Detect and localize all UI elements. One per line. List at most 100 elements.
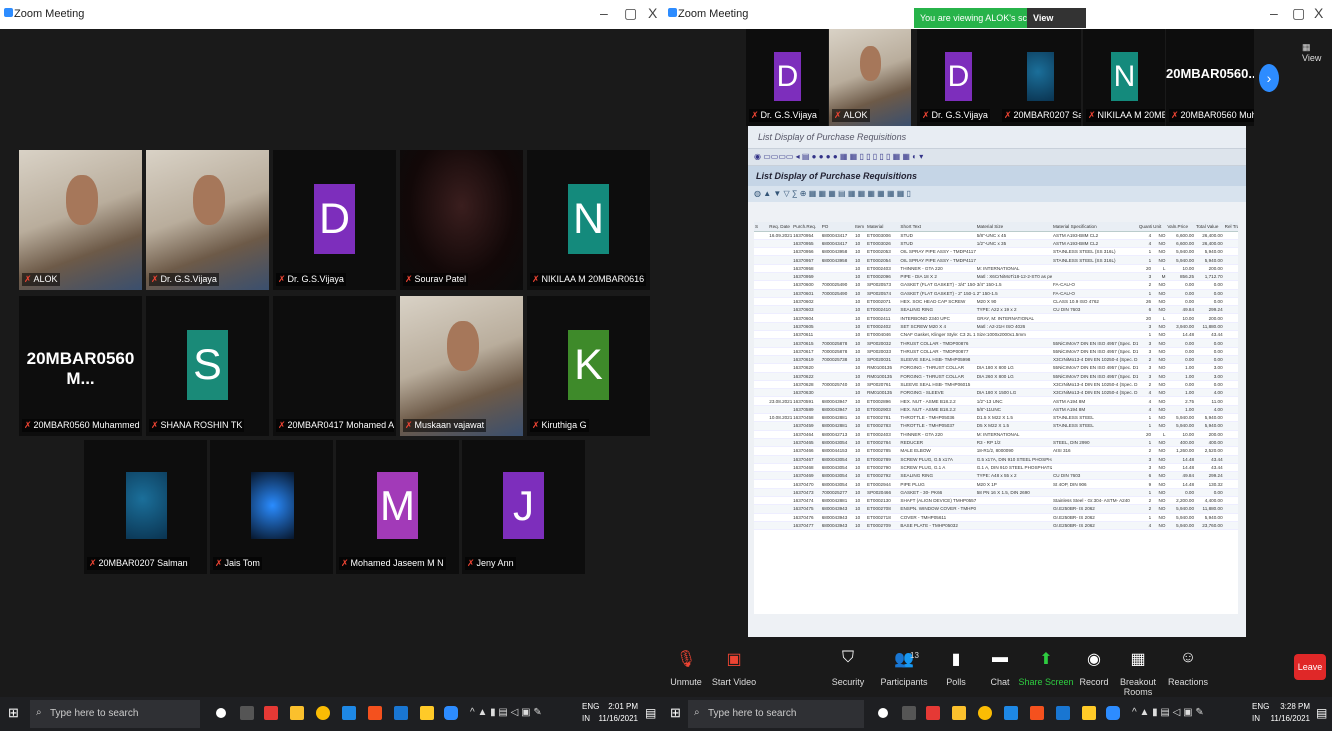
table-row[interactable]: 16370467 6800043054 10 ET0002789 SCREW PLUG,… xyxy=(754,455,1238,464)
chrome-icon[interactable] xyxy=(978,706,992,720)
table-row[interactable]: 16370601 7000025490 10 SP0020574 GASKET (FLA… xyxy=(754,289,1238,298)
column-header[interactable]: Item xyxy=(854,222,867,232)
language-indicator[interactable]: ENG IN xyxy=(582,701,599,725)
next-page-button[interactable]: › xyxy=(1259,64,1279,92)
column-header[interactable]: Purch.Req. xyxy=(792,222,821,232)
table-row[interactable]: 16370602 10 ET0002071 HEX. SOC HEAD CAP SCR… xyxy=(754,297,1238,307)
column-header[interactable]: Total Value xyxy=(1195,222,1224,232)
participant-tile[interactable]: N ✗ NIKILAA M 20MBAR0616 xyxy=(527,150,650,290)
app-icon-red[interactable] xyxy=(264,706,278,720)
participant-tile[interactable]: ✗20MBAR0207 Salman xyxy=(84,440,207,574)
start-video-button[interactable]: ▣ Start Video xyxy=(704,649,764,687)
table-row[interactable]: 16370957 6800043958 10 ET0002054 OIL SPRAY P… xyxy=(754,255,1238,265)
app-icon-orange[interactable] xyxy=(1030,706,1044,720)
table-row[interactable]: 23.08.2021 16370591 6800043947 10 ET0002896 H… xyxy=(754,396,1238,406)
table-row[interactable]: 16370459 6800042881 10 ET0002783 THROTTLE - … xyxy=(754,421,1238,431)
table-row[interactable]: 10.08.2021 16370458 6800042881 10 ET0002781 T… xyxy=(754,413,1238,423)
column-header[interactable]: Valn.Price xyxy=(1166,222,1196,232)
close-button[interactable]: X xyxy=(648,5,657,21)
table-row[interactable]: 16370955 6800043417 10 ET0003026 STUD 1/2"-UN… xyxy=(754,239,1238,249)
table-row[interactable]: 16370622 10 RM0100135 FORGING - THRUST COLL… xyxy=(754,372,1238,381)
start-button-icon[interactable]: ⊞ xyxy=(8,705,19,721)
zoom-taskbar-icon[interactable] xyxy=(1106,706,1120,720)
column-header[interactable]: Material Size xyxy=(975,222,1052,232)
language-indicator[interactable]: ENG IN xyxy=(1252,701,1269,725)
zoom-taskbar-icon[interactable] xyxy=(444,706,458,720)
participant-tile[interactable]: 20MBAR0560 M... ✗20MBAR0560 Muhammed Arsh… xyxy=(19,296,142,436)
participant-tile[interactable]: ✗ ALOK xyxy=(19,150,142,290)
word-icon[interactable] xyxy=(1004,706,1018,720)
word-icon[interactable] xyxy=(342,706,356,720)
participant-tile[interactable]: ✗ Muskaan vajawat xyxy=(400,296,523,436)
participant-tile[interactable]: D ✗ Dr. G.S.Vijaya xyxy=(273,150,396,290)
column-header[interactable]: Rel Tracking xyxy=(1223,222,1238,232)
outlook-icon[interactable] xyxy=(1056,706,1070,720)
system-tray-icons[interactable]: ^ ▲ ▮ ▤ ◁ ▣ ✎ xyxy=(470,707,542,718)
file-explorer-icon[interactable] xyxy=(952,706,966,720)
participant-tile[interactable]: ✗ Sourav Patel xyxy=(400,150,523,290)
table-row[interactable]: 16.09.2021 16370954 6800043417 10 ET0003006 S… xyxy=(754,231,1238,240)
participant-tile[interactable]: J ✗ Jeny Ann xyxy=(462,440,585,574)
table-row[interactable]: 16370628 7000025740 10 SP0020761 SLEEVE SEAL… xyxy=(754,380,1238,390)
column-header[interactable]: PO xyxy=(820,222,855,232)
column-header[interactable]: Req. Date xyxy=(768,222,793,232)
notifications-icon[interactable]: ▤ xyxy=(645,706,656,720)
participant-tile[interactable]: S ✗ SHANA ROSHIN TK xyxy=(146,296,269,436)
table-row[interactable]: 16370589 6800043947 10 ET0002903 HEX. NUT - … xyxy=(754,405,1238,415)
security-button[interactable]: ⛉ Security xyxy=(818,649,878,687)
table-row[interactable]: 16370473 7000025277 10 SP0020466 GASKET - 30… xyxy=(754,488,1238,498)
table-row[interactable]: 16370611 10 ET0004046 CNAF Gasket, Klinger … xyxy=(754,330,1238,340)
table-row[interactable]: 16370617 7000025878 10 SP0020033 THRUST COLL… xyxy=(754,347,1238,356)
outlook-icon[interactable] xyxy=(394,706,408,720)
table-row[interactable]: 16370600 7000025490 10 SP0020573 GASKET (FLA… xyxy=(754,280,1238,290)
sap-toolbar[interactable]: ◉ ▭▭▭▭ ◂ ▤ ● ● ● ● ▦ ▦ ▯ ▯ ▯ ▯ ▯ ▦ ▦ ◐ ▾ xyxy=(748,148,1246,166)
app-icon-red[interactable] xyxy=(926,706,940,720)
taskbar-search-input[interactable]: ⌕ Type here to search xyxy=(30,700,200,728)
table-row[interactable]: 16370605 10 ET0002402 SET SCREW M20 X 4 Matl… xyxy=(754,322,1238,332)
sticky-notes-icon[interactable] xyxy=(420,706,434,720)
start-button-icon[interactable]: ⊞ xyxy=(670,705,681,721)
table-row[interactable]: 16370956 6800043958 10 ET0002053 OIL SPRAY P… xyxy=(754,247,1238,257)
participant-tile[interactable]: M ✗ Mohamed Jaseem M N xyxy=(336,440,459,574)
reactions-button[interactable]: ☺ Reactions xyxy=(1158,649,1218,687)
maximize-button[interactable]: ▢ xyxy=(624,5,637,22)
file-explorer-icon[interactable] xyxy=(290,706,304,720)
task-view-icon[interactable] xyxy=(902,706,916,720)
participant-tile[interactable]: ✗ ALOK xyxy=(829,29,911,126)
table-row[interactable]: 16370464 6800042713 10 ET0002403 THINNER - G… xyxy=(754,430,1238,439)
cortana-icon[interactable] xyxy=(216,708,226,718)
column-header[interactable]: Short Text xyxy=(899,222,976,232)
column-header[interactable]: Material Specification xyxy=(1051,222,1138,232)
table-row[interactable]: 16370470 6800043054 10 ET0002944 PIPE PLUG M2… xyxy=(754,479,1238,489)
system-tray-icons[interactable]: ^ ▲ ▮ ▤ ◁ ▣ ✎ xyxy=(1132,707,1204,718)
participant-tile[interactable]: D ✗ Dr. G.S.Vijaya xyxy=(746,29,828,126)
minimize-button[interactable]: – xyxy=(1270,5,1278,21)
close-button[interactable]: X xyxy=(1314,5,1323,21)
table-row[interactable]: 16370959 10 ET0002096 PIPE - DIA 18 X 2 Matl… xyxy=(754,272,1238,282)
participant-tile[interactable]: D ✗ Dr. G.S.Vijaya xyxy=(917,29,999,126)
participant-tile[interactable]: N ✗NIKILAA M 20MBAR06... xyxy=(1083,29,1165,126)
participant-tile[interactable]: K ✗ Kiruthiga G xyxy=(527,296,650,436)
participants-button[interactable]: 👥 Participants xyxy=(874,649,934,687)
sticky-notes-icon[interactable] xyxy=(1082,706,1096,720)
column-header[interactable]: Quantity xyxy=(1137,222,1153,232)
participant-tile[interactable]: ✗ Dr. G.S.Vijaya xyxy=(146,150,269,290)
participant-tile[interactable]: ✗20MBAR0417 Mohamed Adhnan xyxy=(273,296,396,436)
table-row[interactable]: 16370469 6800043054 10 ET0002792 SEALING RIN… xyxy=(754,471,1238,481)
column-header[interactable]: S xyxy=(754,222,769,232)
taskbar-search-input[interactable]: ⌕ Type here to search xyxy=(688,700,864,728)
table-row[interactable]: 16370630 10 RM0100135 FORGING - SLEEVE DIA 1… xyxy=(754,388,1238,398)
table-row[interactable]: 16370477 6800043943 10 ET0002709 BASE PLATE … xyxy=(754,521,1238,531)
column-header[interactable]: Material xyxy=(866,222,900,232)
column-header[interactable]: Unit xyxy=(1152,222,1167,232)
table-row[interactable]: 16370466 6800044153 10 ET0002785 MALE ELBOW 1… xyxy=(754,446,1238,456)
app-icon-orange[interactable] xyxy=(368,706,382,720)
cortana-icon[interactable] xyxy=(878,708,888,718)
table-row[interactable]: 16370958 10 ET0002403 THINNER - GTA 220 M: I… xyxy=(754,264,1238,274)
table-row[interactable]: 16370620 10 RM0100135 FORGING - THRUST COLL… xyxy=(754,363,1238,373)
notifications-icon[interactable]: ▤ xyxy=(1316,706,1327,720)
table-row[interactable]: 16370615 7000025878 10 SP0020032 THRUST COLL… xyxy=(754,338,1238,348)
task-view-icon[interactable] xyxy=(240,706,254,720)
table-row[interactable]: 16370475 6800043943 10 ET0002708 ENSPN. WIND… xyxy=(754,504,1238,514)
participant-tile[interactable]: ✗ Jais Tom xyxy=(210,440,333,574)
